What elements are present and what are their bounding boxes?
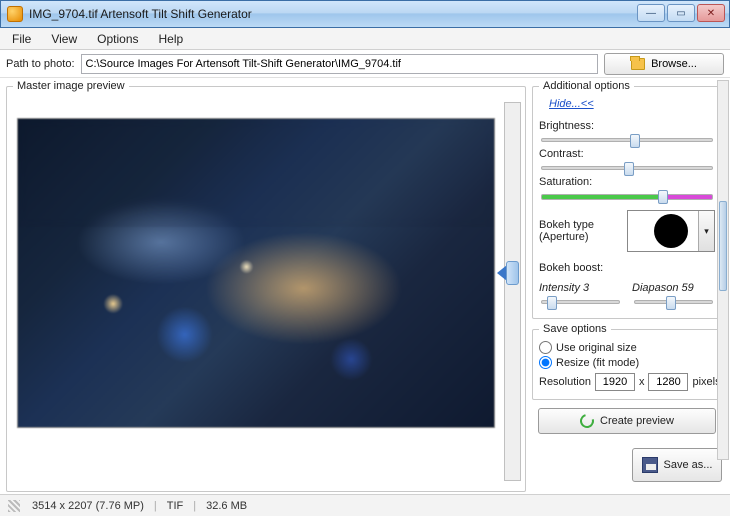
browse-button[interactable]: Browse...: [604, 53, 724, 75]
hide-options-link[interactable]: Hide...<<: [549, 98, 594, 110]
intensity-label: Intensity 3: [539, 282, 589, 294]
bokeh-type-label: Bokeh type (Aperture): [539, 219, 619, 243]
status-format: TIF: [167, 500, 184, 512]
menu-options[interactable]: Options: [97, 32, 138, 46]
brightness-slider[interactable]: [541, 138, 713, 142]
height-input[interactable]: [648, 373, 688, 391]
create-preview-button[interactable]: Create preview: [538, 408, 716, 434]
menu-file[interactable]: File: [12, 32, 31, 46]
preview-image[interactable]: [17, 118, 495, 428]
save-options-legend: Save options: [539, 323, 611, 335]
additional-options-legend: Additional options: [539, 80, 634, 92]
status-filesize: 32.6 MB: [206, 500, 247, 512]
minimize-button[interactable]: —: [637, 4, 665, 22]
additional-options-group: Additional options Hide...<< Brightness:…: [532, 80, 722, 319]
saturation-label: Saturation:: [539, 176, 715, 188]
intensity-slider[interactable]: [541, 300, 620, 304]
maximize-button[interactable]: ▭: [667, 4, 695, 22]
titlebar: IMG_9704.tif Artensoft Tilt Shift Genera…: [0, 0, 730, 28]
use-original-label: Use original size: [556, 342, 637, 354]
diapason-thumb[interactable]: [666, 296, 676, 310]
chevron-down-icon[interactable]: ▾: [698, 211, 714, 251]
diapason-slider[interactable]: [634, 300, 713, 304]
bokeh-type-select[interactable]: ▾: [627, 210, 715, 252]
save-as-button[interactable]: Save as...: [632, 448, 722, 482]
right-scroll-thumb[interactable]: [719, 201, 727, 291]
right-panel-scrollbar[interactable]: [717, 80, 729, 460]
grip-icon: [8, 500, 20, 512]
statusbar: 3514 x 2207 (7.76 MP) | TIF | 32.6 MB: [0, 494, 730, 516]
preview-legend: Master image preview: [13, 80, 129, 92]
menu-view[interactable]: View: [51, 32, 77, 46]
brightness-label: Brightness:: [539, 120, 715, 132]
resize-radio[interactable]: [539, 356, 552, 369]
path-label: Path to photo:: [6, 58, 75, 70]
saturation-slider[interactable]: [541, 194, 713, 200]
brightness-thumb[interactable]: [630, 134, 640, 148]
path-row: Path to photo: Browse...: [0, 50, 730, 78]
contrast-label: Contrast:: [539, 148, 715, 160]
saturation-thumb[interactable]: [658, 190, 668, 204]
intensity-thumb[interactable]: [547, 296, 557, 310]
menubar: File View Options Help: [0, 28, 730, 50]
contrast-slider[interactable]: [541, 166, 713, 170]
status-dimensions: 3514 x 2207 (7.76 MP): [32, 500, 144, 512]
refresh-icon: [577, 411, 596, 430]
bokeh-boost-label: Bokeh boost:: [539, 262, 603, 274]
disk-icon: [642, 457, 658, 473]
save-options-group: Save options Use original size Resize (f…: [532, 323, 728, 400]
preview-vscrollbar[interactable]: [504, 102, 521, 481]
app-icon: [7, 6, 23, 22]
save-as-label: Save as...: [664, 459, 713, 471]
scroll-thumb[interactable]: [506, 261, 519, 285]
use-original-radio[interactable]: [539, 341, 552, 354]
window-title: IMG_9704.tif Artensoft Tilt Shift Genera…: [29, 7, 252, 21]
diapason-label: Diapason 59: [632, 282, 694, 294]
close-button[interactable]: ✕: [697, 4, 725, 22]
contrast-thumb[interactable]: [624, 162, 634, 176]
bokeh-circle-icon: [654, 214, 688, 248]
create-preview-label: Create preview: [600, 415, 674, 427]
width-input[interactable]: [595, 373, 635, 391]
resize-label: Resize (fit mode): [556, 357, 639, 369]
menu-help[interactable]: Help: [159, 32, 184, 46]
resolution-label: Resolution: [539, 376, 591, 388]
folder-icon: [631, 58, 645, 70]
preview-group: Master image preview: [6, 80, 526, 492]
path-input[interactable]: [81, 54, 599, 74]
res-x: x: [639, 376, 645, 388]
browse-label: Browse...: [651, 58, 697, 70]
